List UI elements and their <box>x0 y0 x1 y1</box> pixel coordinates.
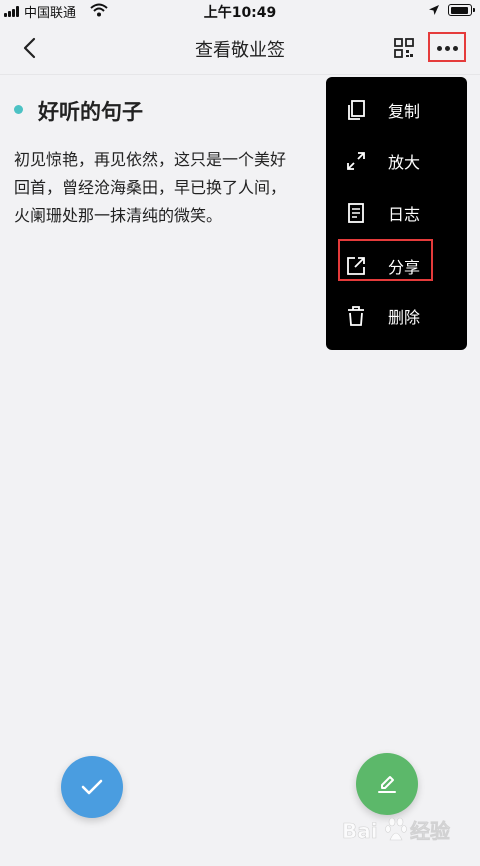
more-dots-icon <box>437 46 442 51</box>
share-icon <box>347 257 365 275</box>
note-bullet-dot <box>14 105 23 114</box>
menu-item-share[interactable]: 分享 <box>326 239 467 291</box>
more-options-button[interactable] <box>428 32 466 62</box>
pencil-icon <box>378 776 396 793</box>
note-title-row: 好听的句子 <box>14 96 324 126</box>
note-title: 好听的句子 <box>38 100 143 124</box>
menu-item-label: 放大 <box>388 153 421 172</box>
status-time: 上午10:49 <box>203 5 277 21</box>
location-icon <box>429 5 439 15</box>
copy-icon <box>348 100 365 120</box>
grid-icon[interactable] <box>392 36 416 60</box>
menu-item-delete[interactable]: 删除 <box>326 291 467 341</box>
expand-icon <box>347 152 365 170</box>
note-body-line: 回首，曾经沧海桑田，早已换了人间， <box>14 178 287 197</box>
baidu-watermark-logo: Bai 经验 <box>342 817 450 843</box>
check-icon <box>81 779 103 795</box>
edit-button[interactable] <box>356 753 418 815</box>
menu-item-log[interactable]: 日志 <box>326 188 467 238</box>
menu-item-label: 分享 <box>388 258 421 277</box>
status-bar: 中国联通 上午10:49 <box>0 0 480 22</box>
svg-text:经验: 经验 <box>410 819 450 843</box>
log-icon <box>348 203 364 223</box>
note-body-line: 初见惊艳，再见依然，这只是一个美好 <box>14 150 287 169</box>
nav-bar: 查看敬业签 <box>0 22 480 75</box>
popup-menu: 复制 放大 日志 分享 删除 <box>326 77 467 350</box>
trash-icon <box>348 306 364 326</box>
complete-button[interactable] <box>61 756 123 818</box>
menu-item-copy[interactable]: 复制 <box>326 85 467 135</box>
battery-icon <box>448 4 475 16</box>
svg-text:Bai: Bai <box>342 819 378 843</box>
menu-item-label: 日志 <box>388 205 421 224</box>
menu-item-expand[interactable]: 放大 <box>326 136 467 186</box>
menu-item-label: 复制 <box>388 102 421 121</box>
menu-item-label: 删除 <box>388 308 421 327</box>
